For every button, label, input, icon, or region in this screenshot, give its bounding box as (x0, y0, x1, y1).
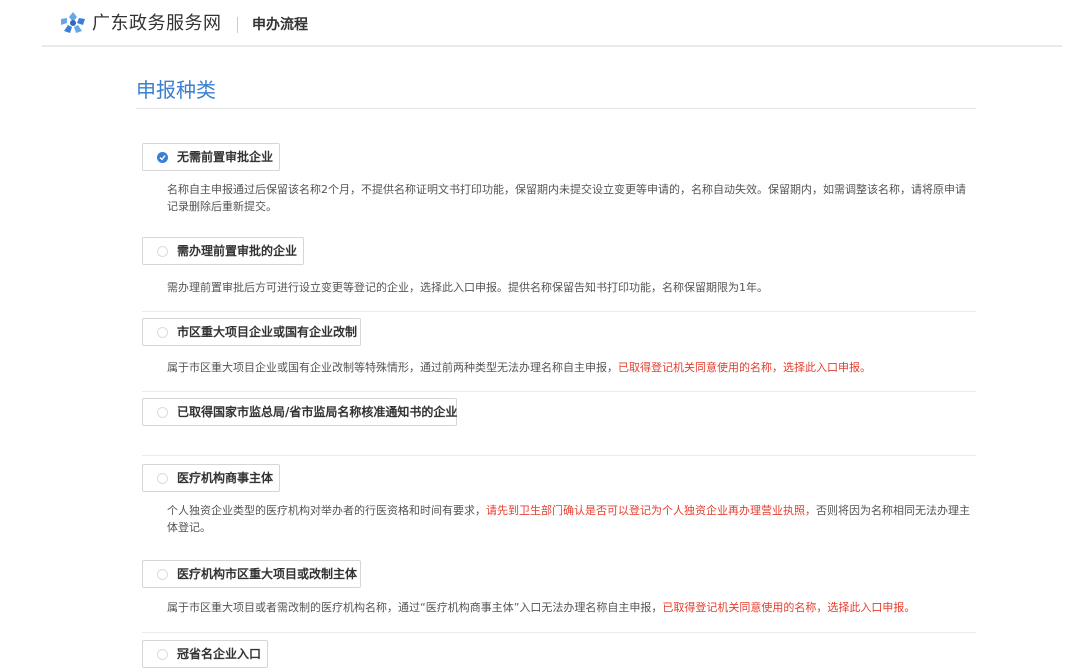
option-label: 无需前置审批企业 (177, 150, 274, 164)
radio-unselected-icon[interactable] (157, 407, 168, 418)
radio-selected-icon[interactable] (157, 152, 168, 163)
option-description: 个人独资企业类型的医疗机构对举办者的行医资格和时间有要求，请先到卫生部门确认是否… (167, 502, 972, 536)
option-divider (142, 311, 976, 312)
option-major-project-or-soe-reform[interactable]: 市区重大项目企业或国有企业改制 (142, 318, 361, 346)
option-label: 医疗机构市区重大项目或改制主体 (177, 567, 358, 581)
description-warning-text: 已取得登记机关同意使用的名称，选择此入口申报。 (618, 361, 871, 374)
description-text: 属于市区重大项目或者需改制的医疗机构名称，通过“医疗机构商事主体”入口无法办理名… (167, 601, 663, 614)
description-warning-text: 已取得登记机关同意使用的名称，选择此入口申报。 (662, 601, 916, 614)
option-medical-major-project-or-reform[interactable]: 医疗机构市区重大项目或改制主体 (142, 560, 361, 588)
page-header: 广东政务服务网 申办流程 (0, 0, 1080, 48)
site-logo-text[interactable]: 广东政务服务网 (92, 12, 222, 36)
option-label: 医疗机构商事主体 (177, 471, 274, 485)
option-no-preapproval[interactable]: 无需前置审批企业 (142, 143, 280, 171)
description-text: 个人独资企业类型的医疗机构对举办者的行医资格和时间有要求， (167, 504, 486, 517)
option-description: 属于市区重大项目或者需改制的医疗机构名称，通过“医疗机构商事主体”入口无法办理名… (167, 599, 972, 616)
radio-unselected-icon[interactable] (157, 569, 168, 580)
option-description: 需办理前置审批后方可进行设立变更等登记的企业，选择此入口申报。提供名称保留告知书… (167, 281, 768, 294)
guangdong-gov-logo-icon[interactable] (59, 11, 87, 37)
option-divider (142, 632, 976, 633)
option-approved-name-notice[interactable]: 已取得国家市监总局/省市监局名称核准通知书的企业 (142, 398, 457, 426)
description-warning-text: 请先到卫生部门确认是否可以登记为个人独资企业再办理营业执照， (486, 504, 816, 517)
option-provincial-name-enterprise[interactable]: 冠省名企业入口 (142, 640, 268, 668)
radio-unselected-icon[interactable] (157, 473, 168, 484)
header-divider (42, 45, 1062, 47)
header-separator (237, 17, 238, 33)
option-label: 冠省名企业入口 (177, 647, 262, 661)
radio-unselected-icon[interactable] (157, 649, 168, 660)
radio-unselected-icon[interactable] (157, 246, 168, 257)
option-description: 属于市区重大项目企业或国有企业改制等特殊情形，通过前两种类型无法办理名称自主申报… (167, 359, 972, 376)
option-label: 已取得国家市监总局/省市监局名称核准通知书的企业 (177, 405, 458, 419)
option-label: 需办理前置审批的企业 (177, 244, 298, 258)
option-divider (142, 391, 976, 392)
option-divider (142, 455, 976, 456)
option-medical-institution[interactable]: 医疗机构商事主体 (142, 464, 280, 492)
option-description: 名称自主申报通过后保留该名称2个月，不提供名称证明文书打印功能，保留期内未提交设… (167, 183, 966, 213)
description-text: 属于市区重大项目企业或国有企业改制等特殊情形，通过前两种类型无法办理名称自主申报… (167, 361, 618, 374)
section-title: 申报种类 (136, 78, 216, 102)
option-label: 市区重大项目企业或国有企业改制 (177, 325, 358, 339)
option-preapproval[interactable]: 需办理前置审批的企业 (142, 237, 304, 265)
page-breadcrumb: 申办流程 (252, 17, 308, 33)
section-divider (136, 108, 976, 109)
radio-unselected-icon[interactable] (157, 327, 168, 338)
